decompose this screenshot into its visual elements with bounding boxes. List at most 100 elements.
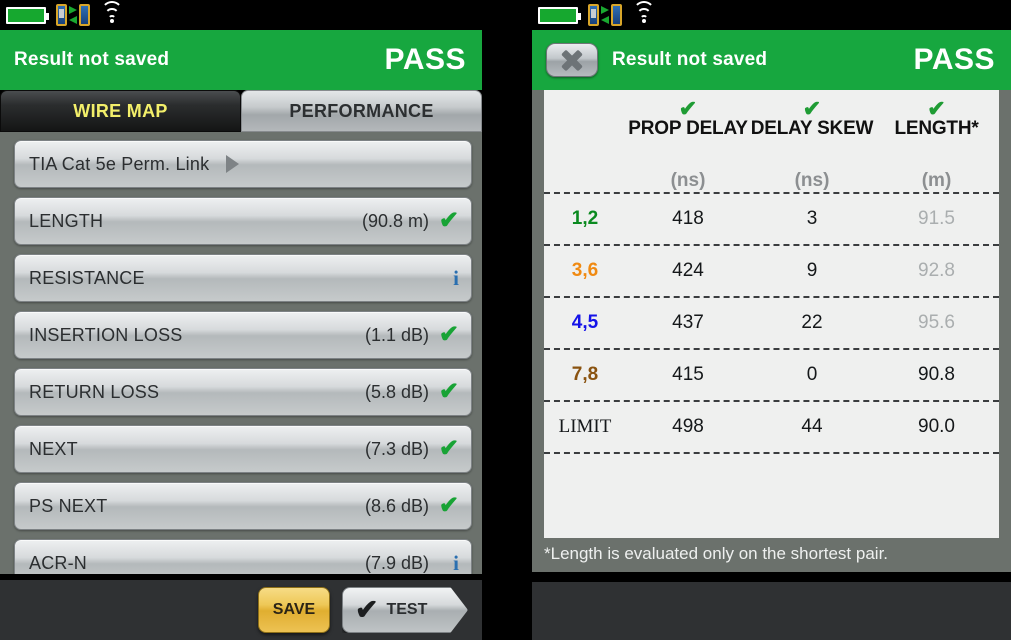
result-value: (90.8 m) [361, 210, 429, 231]
header-bar-left: Result not saved PASS [0, 30, 482, 90]
page-title: Result not saved [612, 49, 768, 70]
length-limit: 90.0 [918, 416, 955, 437]
result-label: INSERTION LOSS [29, 324, 183, 345]
length-col-header: LENGTH* [894, 118, 979, 139]
length-col-unit: (m) [921, 170, 952, 191]
delay-skew-col-unit: (ns) [794, 170, 830, 191]
test-button-label: TEST [386, 601, 428, 618]
delay-table: ✔ ✔ ✔ PROP DELAY DELAY SKEW LENGTH* (ns)… [544, 90, 999, 538]
close-x-icon[interactable] [546, 43, 598, 77]
bottom-toolbar: SAVE ✔ TEST [0, 580, 482, 640]
table-footnote: *Length is evaluated only on the shortes… [532, 538, 1011, 572]
column-units-row: (ns) (ns) (m) [544, 170, 999, 192]
prop-delay-value: 437 [672, 312, 704, 333]
standard-selector-row[interactable]: TIA Cat 5e Perm. Link [14, 140, 472, 188]
table-header: ✔ ✔ ✔ PROP DELAY DELAY SKEW LENGTH* (ns)… [544, 90, 999, 192]
result-row-ps-next[interactable]: PS NEXT (8.6 dB) ✔ [14, 482, 472, 530]
delay-skew-limit: 44 [801, 416, 823, 437]
delay-table-container: ✔ ✔ ✔ PROP DELAY DELAY SKEW LENGTH* (ns)… [532, 90, 1011, 538]
prop-delay-value: 424 [672, 260, 704, 281]
pass-check-icon: ✔ [438, 378, 459, 405]
tab-wire-map-label: WIRE MAP [73, 100, 168, 121]
checkmark-icon: ✔ [355, 594, 379, 625]
pair-label: 7,8 [571, 364, 599, 385]
column-names-row: PROP DELAY DELAY SKEW LENGTH* [544, 118, 999, 140]
screenshot-stage: Result not saved PASS WIRE MAP PERFORMAN… [0, 0, 1011, 640]
pass-check-icon: ✔ [438, 207, 459, 234]
standard-label: TIA Cat 5e Perm. Link [29, 153, 210, 174]
header-bar-right: Result not saved PASS [532, 30, 1011, 90]
delay-skew-value: 22 [801, 312, 823, 333]
pair-label: 3,6 [571, 260, 599, 281]
test-button[interactable]: ✔ TEST [342, 587, 468, 633]
length-value: 90.8 [918, 364, 955, 385]
result-row-return-loss[interactable]: RETURN LOSS (5.8 dB) ✔ [14, 368, 472, 416]
result-row-resistance[interactable]: RESISTANCE i [14, 254, 472, 302]
result-label: NEXT [29, 438, 78, 459]
result-label: RESISTANCE [29, 267, 145, 288]
length-value: 95.6 [918, 312, 955, 333]
result-value: (7.3 dB) [364, 438, 429, 459]
tab-performance-label: PERFORMANCE [289, 100, 434, 121]
result-row-next[interactable]: NEXT (7.3 dB) ✔ [14, 425, 472, 473]
limit-label: LIMIT [558, 416, 612, 437]
length-value: 92.8 [918, 260, 955, 281]
save-button-label: SAVE [272, 601, 316, 618]
delay-skew-value: 3 [806, 208, 818, 229]
result-row-insertion-loss[interactable]: INSERTION LOSS (1.1 dB) ✔ [14, 311, 472, 359]
results-list: TIA Cat 5e Perm. Link LENGTH (90.8 m) ✔ … [0, 132, 482, 574]
pass-check-icon: ✔ [438, 321, 459, 348]
result-value: (8.6 dB) [364, 495, 429, 516]
length-pass-check-icon: ✔ [927, 96, 946, 121]
delay-skew-value: 9 [806, 260, 818, 281]
table-row-limit: LIMIT 498 44 90.0 [544, 400, 999, 452]
table-row: 1,2 418 3 91.5 [544, 192, 999, 244]
battery-full-icon [538, 6, 581, 24]
tab-wire-map[interactable]: WIRE MAP [0, 90, 241, 132]
device-panel-right: Result not saved PASS ✔ ✔ ✔ PROP DELAY D… [532, 0, 1011, 640]
result-row-length[interactable]: LENGTH (90.8 m) ✔ [14, 197, 472, 245]
prop-delay-limit: 498 [672, 416, 704, 437]
table-footer-space [544, 452, 999, 494]
result-label: LENGTH [29, 210, 104, 231]
result-label: RETURN LOSS [29, 381, 160, 402]
pass-check-icon: ✔ [438, 492, 459, 519]
info-icon[interactable]: i [429, 551, 459, 575]
pair-col-status [544, 100, 626, 118]
status-badge: PASS [384, 43, 466, 76]
pair-label: 4,5 [571, 312, 599, 333]
unit-transfer-icon [588, 4, 622, 26]
chevron-right-icon [209, 155, 240, 173]
status-bar-left [0, 0, 482, 30]
tab-performance[interactable]: PERFORMANCE [241, 90, 482, 132]
table-row: 3,6 424 9 92.8 [544, 244, 999, 296]
result-value: (5.8 dB) [364, 381, 429, 402]
table-row: 7,8 415 0 90.8 [544, 348, 999, 400]
prop-delay-col-unit: (ns) [670, 170, 706, 191]
result-value: (1.1 dB) [364, 324, 429, 345]
device-panel-left: Result not saved PASS WIRE MAP PERFORMAN… [0, 0, 482, 640]
pair-label: 1,2 [571, 208, 599, 229]
wifi-icon [633, 1, 655, 24]
info-icon[interactable]: i [429, 266, 459, 291]
tab-bar: WIRE MAP PERFORMANCE [0, 90, 482, 132]
page-title: Result not saved [14, 49, 170, 70]
wifi-icon [101, 1, 123, 24]
prop-delay-pass-check-icon: ✔ [678, 96, 698, 121]
result-row-acr-n[interactable]: ACR-N (7.9 dB) i [14, 539, 472, 574]
prop-delay-col-header: PROP DELAY [628, 118, 748, 139]
status-badge: PASS [913, 43, 995, 76]
delay-skew-value: 0 [806, 364, 818, 385]
prop-delay-value: 418 [672, 208, 704, 229]
delay-skew-pass-check-icon: ✔ [802, 96, 822, 121]
result-value: (7.9 dB) [364, 552, 429, 573]
status-bar-right [532, 0, 1011, 30]
save-button[interactable]: SAVE [258, 587, 330, 633]
table-row: 4,5 437 22 95.6 [544, 296, 999, 348]
pair-col-header [544, 118, 626, 140]
unit-transfer-icon [56, 4, 90, 26]
column-status-row: ✔ ✔ ✔ [544, 96, 999, 121]
result-label: ACR-N [29, 552, 87, 573]
right-bottom-filler [532, 582, 1011, 640]
battery-full-icon [6, 6, 49, 24]
